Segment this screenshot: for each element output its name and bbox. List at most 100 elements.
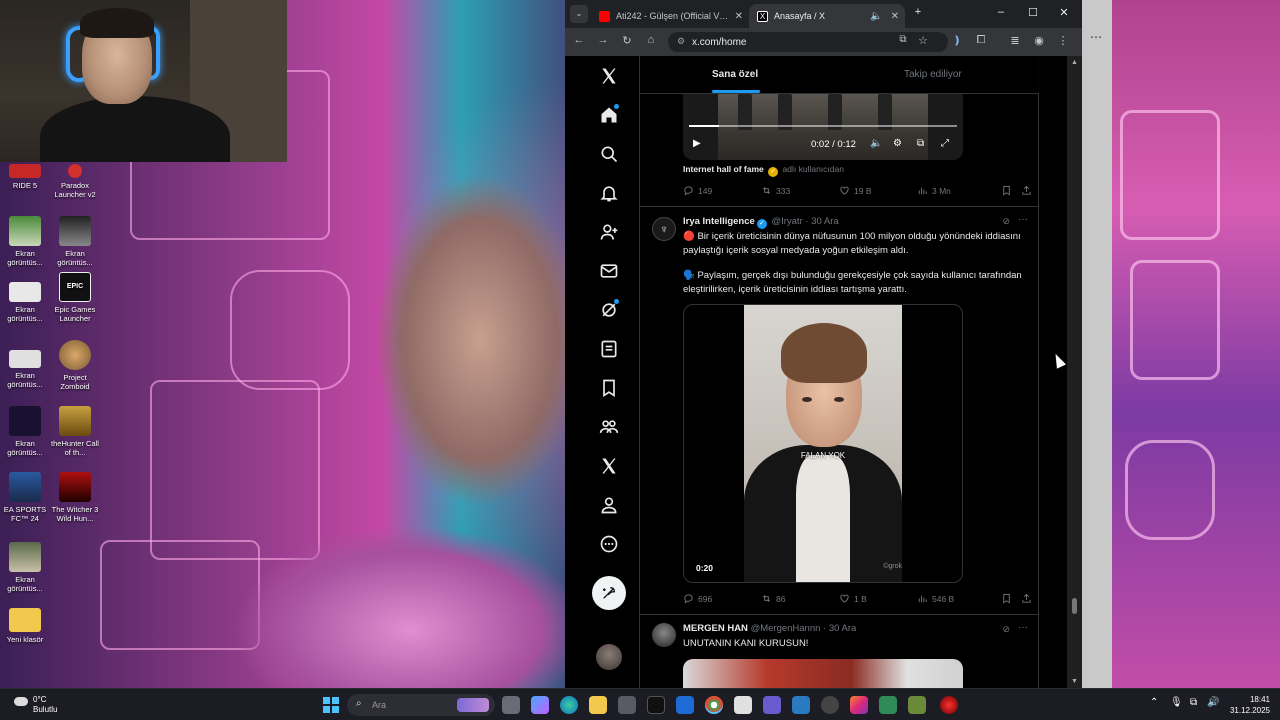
like-button[interactable]: 19 B bbox=[839, 185, 872, 196]
back-arrow-icon[interactable]: ← bbox=[571, 34, 587, 46]
tiktok-icon[interactable] bbox=[647, 696, 665, 714]
page-scrollbar[interactable]: ▲ ▼ bbox=[1067, 56, 1082, 688]
nav-follow[interactable] bbox=[597, 220, 621, 244]
desktop-icon-epic-games[interactable]: EPIC Epic Games Launcher bbox=[50, 272, 100, 323]
scrollbar-thumb[interactable] bbox=[1072, 598, 1077, 614]
tweet-handle[interactable]: @Iryatr bbox=[771, 216, 802, 227]
x-logo-nav[interactable] bbox=[597, 64, 621, 88]
bookmark-button[interactable] bbox=[1001, 593, 1012, 604]
close-window-button[interactable]: ✕ bbox=[1054, 6, 1074, 19]
new-tab-button[interactable]: + bbox=[908, 6, 928, 18]
nav-home[interactable] bbox=[597, 103, 621, 127]
tweet-avatar[interactable]: ♆ bbox=[652, 217, 676, 241]
volume-icon[interactable]: 🔈 bbox=[870, 138, 882, 149]
reading-list-icon[interactable]: ≣ bbox=[1007, 34, 1023, 47]
profile-avatar-icon[interactable]: ◉ bbox=[1031, 34, 1047, 47]
scroll-down-arrow-icon[interactable]: ▼ bbox=[1071, 678, 1078, 685]
tab-x-home[interactable]: X Anasayfa / X 🔈 ✕ bbox=[749, 4, 905, 28]
account-avatar[interactable] bbox=[596, 644, 622, 670]
recording-icon[interactable] bbox=[940, 696, 958, 714]
desktop-icon-witcher3[interactable]: The Witcher 3 Wild Hun... bbox=[50, 472, 100, 523]
nav-explore[interactable] bbox=[597, 142, 621, 166]
start-button[interactable] bbox=[323, 697, 339, 713]
reply-button[interactable]: 696 bbox=[683, 593, 712, 604]
nav-bookmarks[interactable] bbox=[597, 376, 621, 400]
chrome-icon[interactable] bbox=[705, 696, 723, 714]
teams-icon[interactable] bbox=[763, 696, 781, 714]
source-name[interactable]: Internet hall of fame bbox=[683, 164, 764, 174]
fullscreen-icon[interactable]: ⤢ bbox=[941, 138, 949, 149]
nav-lists[interactable] bbox=[597, 337, 621, 361]
video-seek-bar[interactable] bbox=[689, 125, 957, 127]
desktop-icon-ea-fc24[interactable]: EA SPORTS FC™ 24 bbox=[0, 472, 50, 523]
desktop-icon-ride5[interactable]: RIDE 5 bbox=[0, 164, 50, 190]
notepad-icon[interactable] bbox=[734, 696, 752, 714]
taskbar-clock[interactable]: 18:41 31.12.2025 bbox=[1226, 694, 1270, 716]
file-explorer-icon[interactable] bbox=[589, 696, 607, 714]
share-button[interactable] bbox=[1021, 593, 1032, 604]
tweet-author-name[interactable]: MERGEN HAN bbox=[683, 623, 748, 634]
scroll-up-arrow-icon[interactable]: ▲ bbox=[1071, 59, 1078, 66]
more-options-icon[interactable]: ··· bbox=[1018, 622, 1028, 633]
app-icon[interactable] bbox=[879, 696, 897, 714]
nav-communities[interactable] bbox=[597, 415, 621, 439]
close-tab-icon[interactable]: ✕ bbox=[735, 11, 743, 22]
desktop-icon-project-zomboid[interactable]: Project Zomboid bbox=[50, 340, 100, 391]
show-hidden-icons-chevron-icon[interactable]: ⌃ bbox=[1150, 697, 1158, 708]
volume-icon[interactable]: 🔊 bbox=[1207, 697, 1219, 708]
views-button[interactable]: 3 Mn bbox=[917, 185, 951, 196]
tab-for-you[interactable]: Sana özel bbox=[712, 69, 758, 80]
tweet-video-player[interactable]: ▶ 0:02 / 0:12 🔈 ⚙ ⧉ ⤢ bbox=[683, 94, 963, 160]
grok-icon[interactable]: ⊘ bbox=[1002, 216, 1010, 227]
settings-gear-icon[interactable] bbox=[821, 696, 839, 714]
extensions-puzzle-icon[interactable]: ⧠ bbox=[973, 34, 989, 47]
nav-notifications[interactable] bbox=[597, 181, 621, 205]
more-options-icon[interactable]: ⋯ bbox=[1090, 30, 1102, 44]
like-button[interactable]: 1 B bbox=[839, 593, 867, 604]
repost-button[interactable]: 86 bbox=[761, 593, 785, 604]
bookmark-star-icon[interactable]: ☆ bbox=[915, 34, 931, 47]
copilot-icon[interactable] bbox=[531, 696, 549, 714]
instagram-icon[interactable] bbox=[850, 696, 868, 714]
tab-search-button[interactable]: ⌄ bbox=[570, 5, 588, 23]
weather-widget[interactable]: 0°C Bulutlu bbox=[14, 695, 57, 715]
tweet-handle[interactable]: @MergenHannn bbox=[751, 623, 821, 634]
close-tab-icon[interactable]: ✕ bbox=[891, 11, 899, 22]
tweet-avatar[interactable] bbox=[652, 623, 676, 647]
desktop-icon-screenshot[interactable]: Ekran görüntüs... bbox=[0, 542, 50, 593]
desktop-icon-screenshot[interactable]: Ekran görüntüs... bbox=[0, 282, 50, 323]
taskbar-search[interactable]: ⌕ Ara bbox=[347, 694, 495, 716]
desktop-icon-screenshot[interactable]: Ekran görüntüs... bbox=[50, 216, 100, 267]
task-view-icon[interactable] bbox=[502, 696, 520, 714]
site-info-icon[interactable]: ⚙ bbox=[677, 36, 685, 47]
extension-icon[interactable]: ❫ bbox=[949, 34, 965, 47]
tab-following[interactable]: Takip ediliyor bbox=[904, 69, 962, 80]
install-app-icon[interactable]: ⧉ bbox=[895, 34, 911, 45]
more-options-icon[interactable]: ··· bbox=[1018, 214, 1028, 225]
post-button[interactable] bbox=[592, 576, 626, 610]
picture-in-picture-icon[interactable]: ⧉ bbox=[917, 138, 924, 149]
grok-icon[interactable]: ⊘ bbox=[1002, 624, 1010, 635]
tweet-author-name[interactable]: Irya Intelligence bbox=[683, 216, 755, 227]
nav-profile[interactable] bbox=[597, 493, 621, 517]
nav-messages[interactable] bbox=[597, 259, 621, 283]
tweet-media-preview[interactable] bbox=[683, 659, 963, 688]
bookmark-button[interactable] bbox=[1001, 185, 1012, 196]
microphone-icon[interactable]: 🎙 bbox=[1170, 697, 1183, 708]
repost-button[interactable]: 333 bbox=[761, 185, 790, 196]
nav-premium[interactable] bbox=[597, 454, 621, 478]
minimize-button[interactable]: – bbox=[991, 6, 1011, 18]
forward-arrow-icon[interactable]: → bbox=[595, 34, 611, 46]
tweet-video[interactable]: FALAN YOK 0:20 ©grok bbox=[683, 304, 963, 583]
network-icon[interactable]: ⧉ bbox=[1190, 697, 1197, 708]
desktop-icon-screenshot[interactable]: Ekran görüntüs... bbox=[0, 350, 50, 389]
play-icon[interactable]: ▶ bbox=[693, 138, 701, 149]
tweet-date[interactable]: 30 Ara bbox=[829, 623, 856, 634]
reload-icon[interactable]: ↻ bbox=[619, 34, 635, 47]
mail-app-icon[interactable] bbox=[676, 696, 694, 714]
reply-button[interactable]: 149 bbox=[683, 185, 712, 196]
desktop-icon-thehunter[interactable]: theHunter Call of th... bbox=[50, 406, 100, 457]
tab-youtube[interactable]: Ati242 - Gülşen (Official Video) ✕ bbox=[591, 4, 749, 28]
nav-grok[interactable] bbox=[597, 298, 621, 322]
remote-desktop-icon[interactable] bbox=[792, 696, 810, 714]
